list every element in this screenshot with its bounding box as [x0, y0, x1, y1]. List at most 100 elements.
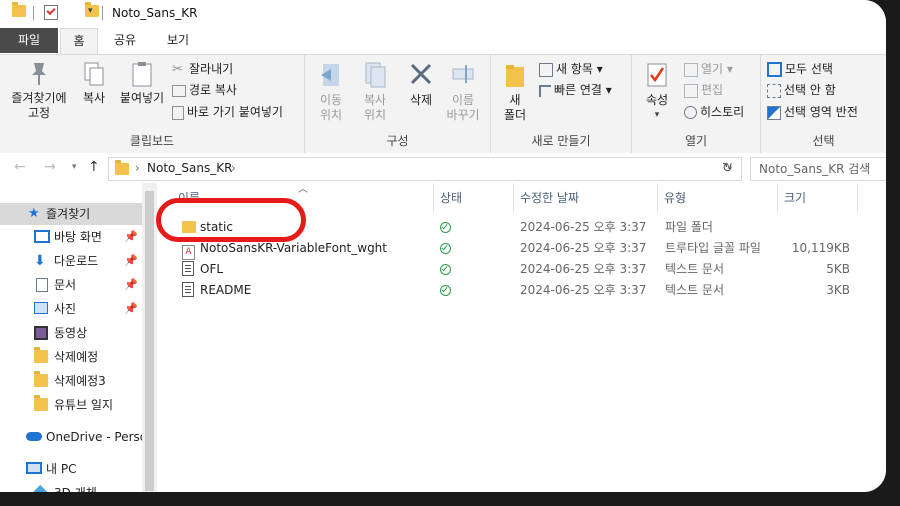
- computer-icon: [26, 462, 42, 474]
- open-group: 속성 ▾ 열기 ▾ 편집 히스토리 열기: [632, 55, 761, 153]
- new-item-button[interactable]: 새 항목 ▾: [539, 60, 603, 78]
- nav-item-documents[interactable]: 문서 📌: [0, 274, 142, 296]
- back-arrow-icon[interactable]: ←: [14, 159, 26, 175]
- document-icon: [36, 278, 48, 292]
- organize-group: 이동 위치 복사 위치 삭제 이름 바꾸기 구성: [305, 55, 491, 153]
- cut-button[interactable]: ✂ 잘라내기: [172, 60, 233, 78]
- open-button[interactable]: 열기 ▾: [684, 60, 733, 78]
- history-button[interactable]: 히스토리: [684, 103, 744, 121]
- qat-dropdown-icon[interactable]: ▾: [88, 6, 93, 16]
- pin-icon: 📌: [124, 278, 138, 291]
- nav-item-folder[interactable]: 삭제예정: [0, 346, 142, 368]
- file-type: 텍스트 문서: [665, 283, 725, 297]
- title-bar: ▾ Noto_Sans_KR: [0, 0, 886, 28]
- column-header-type[interactable]: 유형: [658, 183, 778, 213]
- search-input[interactable]: Noto_Sans_KR 검색: [750, 157, 886, 181]
- clipboard-group: 즐겨찾기에 고정 복사 붙여넣기 ✂ 잘라내기 경로 복사 바로 가기 붙여넣기…: [0, 55, 305, 153]
- ribbon-tabs: 파일 홈 공유 보기: [0, 28, 886, 55]
- pin-quick-access-button[interactable]: 즐겨찾기에 고정: [6, 61, 72, 121]
- edit-icon: [684, 83, 698, 98]
- text-file-icon: [182, 282, 194, 297]
- column-header-size[interactable]: 크기: [778, 183, 858, 213]
- scissors-icon: ✂: [172, 61, 183, 77]
- nav-item-downloads[interactable]: ⬇ 다운로드 📌: [0, 250, 142, 272]
- pictures-icon: [34, 302, 48, 314]
- file-explorer-window: ▾ Noto_Sans_KR 파일 홈 공유 보기 즐겨찾기에 고정 복사 붙여…: [0, 0, 886, 492]
- open-icon: [684, 62, 698, 77]
- delete-button[interactable]: 삭제: [399, 61, 443, 108]
- new-folder-button[interactable]: 새 폴더: [497, 61, 533, 123]
- pin-icon: [28, 61, 50, 87]
- nav-onedrive[interactable]: OneDrive - Person: [0, 426, 142, 448]
- select-none-button[interactable]: 선택 안 함: [767, 81, 836, 99]
- file-modified: 2024-06-25 오후 3:37: [520, 220, 647, 234]
- nav-item-folder[interactable]: 삭제예정3: [0, 370, 142, 392]
- nav-quick-access[interactable]: ★ 즐겨찾기: [0, 203, 142, 225]
- address-bar[interactable]: › Noto_Sans_KR › ∨: [108, 157, 742, 181]
- scroll-thumb[interactable]: [145, 191, 154, 491]
- new-group: 새 폴더 새 항목 ▾ 빠른 연결 ▾ 새로 만들기: [491, 55, 632, 153]
- rename-button[interactable]: 이름 바꾸기: [441, 61, 485, 123]
- file-type: 텍스트 문서: [665, 262, 725, 276]
- window-title: Noto_Sans_KR: [112, 6, 198, 20]
- paste-shortcut-icon: [172, 105, 184, 120]
- cube-icon: [33, 484, 48, 492]
- copy-button[interactable]: 복사: [72, 61, 116, 106]
- table-row[interactable]: OFL 2024-06-25 오후 3:37 텍스트 문서 5KB: [158, 259, 858, 280]
- copy-to-button[interactable]: 복사 위치: [353, 61, 397, 123]
- new-folder-icon: [504, 61, 526, 89]
- nav-3d-objects[interactable]: 3D 개체: [0, 482, 142, 492]
- easy-access-icon: [539, 84, 551, 97]
- column-header-modified[interactable]: 수정한 날짜: [514, 183, 658, 213]
- select-group: 모두 선택 선택 안 함 선택 영역 반전 선택: [761, 55, 886, 153]
- table-row[interactable]: README 2024-06-25 오후 3:37 텍스트 문서 3KB: [158, 280, 858, 301]
- move-to-button[interactable]: 이동 위치: [309, 61, 353, 123]
- invert-selection-button[interactable]: 선택 영역 반전: [767, 103, 858, 121]
- folder-icon: [34, 371, 48, 387]
- tab-file[interactable]: 파일: [0, 28, 58, 53]
- copy-to-icon: [363, 61, 387, 89]
- history-icon: [684, 106, 697, 119]
- nav-item-desktop[interactable]: 바탕 화면 📌: [0, 226, 142, 248]
- recent-dropdown-icon[interactable]: ▾: [72, 162, 77, 172]
- paste-button[interactable]: 붙여넣기: [114, 61, 170, 106]
- video-icon: [34, 326, 48, 340]
- sync-status-check-icon: [440, 222, 451, 233]
- file-type: 파일 폴더: [665, 220, 713, 234]
- chevron-right-icon[interactable]: ›: [135, 161, 140, 175]
- divider: [33, 6, 34, 20]
- file-size: 5KB: [826, 262, 850, 276]
- properties-button[interactable]: 속성 ▾: [638, 61, 676, 123]
- group-label-open: 열기: [684, 134, 708, 148]
- nav-item-folder[interactable]: 유튜브 일지: [0, 394, 142, 416]
- properties-icon[interactable]: [44, 5, 58, 20]
- up-arrow-icon[interactable]: ↑: [88, 159, 100, 175]
- refresh-icon[interactable]: ↻: [722, 161, 733, 176]
- nav-item-videos[interactable]: 동영상: [0, 322, 142, 344]
- tab-home[interactable]: 홈: [60, 28, 98, 55]
- tab-view[interactable]: 보기: [154, 28, 202, 53]
- properties-check-icon: [646, 61, 668, 89]
- cloud-icon: [26, 432, 42, 441]
- nav-scrollbar[interactable]: [142, 183, 157, 492]
- folder-icon: [115, 160, 129, 175]
- copy-path-button[interactable]: 경로 복사: [172, 81, 237, 99]
- chevron-right-icon[interactable]: ›: [231, 161, 236, 175]
- clipboard-icon: [131, 61, 153, 87]
- paste-shortcut-button[interactable]: 바로 가기 붙여넣기: [172, 103, 283, 121]
- tab-share[interactable]: 공유: [104, 28, 146, 53]
- select-all-icon: [767, 62, 782, 77]
- desktop-icon: [34, 230, 50, 243]
- nav-item-pictures[interactable]: 사진 📌: [0, 298, 142, 320]
- edit-button[interactable]: 편집: [684, 81, 723, 99]
- properties-dropdown-icon: ▾: [654, 110, 660, 120]
- easy-access-button[interactable]: 빠른 연결 ▾: [539, 81, 612, 99]
- forward-arrow-icon[interactable]: →: [44, 159, 56, 175]
- select-all-button[interactable]: 모두 선택: [767, 60, 833, 78]
- sync-status-check-icon: [440, 285, 451, 296]
- address-path[interactable]: Noto_Sans_KR: [147, 161, 232, 175]
- nav-this-pc[interactable]: 내 PC: [0, 458, 142, 480]
- file-name: OFL: [200, 262, 224, 276]
- column-header-status[interactable]: 상태: [434, 183, 514, 213]
- copy-icon: [83, 61, 105, 87]
